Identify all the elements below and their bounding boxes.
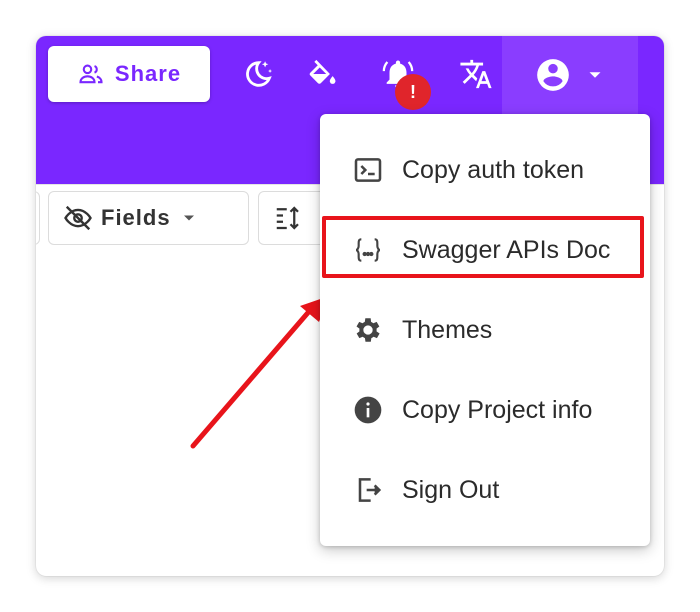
moon-stars-icon[interactable]: [238, 54, 278, 94]
caret-down-icon: [183, 215, 194, 221]
menu-item-themes[interactable]: Themes: [320, 290, 650, 370]
menu-item-copy-project-info[interactable]: Copy Project info: [320, 370, 650, 450]
toolbar-prev-button[interactable]: [36, 191, 40, 245]
account-menu-toggle[interactable]: [502, 36, 638, 114]
translate-icon[interactable]: [456, 54, 496, 94]
notification-badge: !: [395, 74, 431, 110]
fields-button[interactable]: Fields: [48, 191, 249, 245]
line-height-icon: [276, 206, 299, 230]
menu-item-label: Copy auth token: [402, 155, 585, 184]
menu-item-sign-out[interactable]: Sign Out: [320, 450, 650, 530]
paint-bucket-icon[interactable]: [302, 54, 342, 94]
info-icon: [354, 396, 382, 424]
account-dropdown-menu: Copy auth token Swagger APIs Doc Themes …: [320, 114, 650, 546]
caret-down-icon: [589, 72, 601, 78]
people-icon: [79, 64, 103, 84]
account-circle-icon: [537, 59, 569, 91]
menu-item-swagger-apis-doc[interactable]: Swagger APIs Doc: [320, 210, 650, 290]
menu-item-label: Themes: [402, 315, 493, 344]
sign-out-icon: [358, 478, 382, 502]
terminal-icon: [354, 158, 382, 182]
menu-item-label: Copy Project info: [402, 395, 593, 424]
curly-braces-icon: [355, 238, 381, 262]
fields-label: Fields: [101, 205, 171, 230]
menu-item-copy-auth-token[interactable]: Copy auth token: [320, 130, 650, 210]
menu-item-label: Swagger APIs Doc: [402, 235, 611, 264]
eye-off-icon: [64, 205, 92, 231]
share-button[interactable]: Share: [48, 46, 210, 102]
share-label: Share: [114, 61, 182, 86]
gear-icon: [356, 318, 380, 342]
menu-item-label: Sign Out: [402, 475, 500, 504]
